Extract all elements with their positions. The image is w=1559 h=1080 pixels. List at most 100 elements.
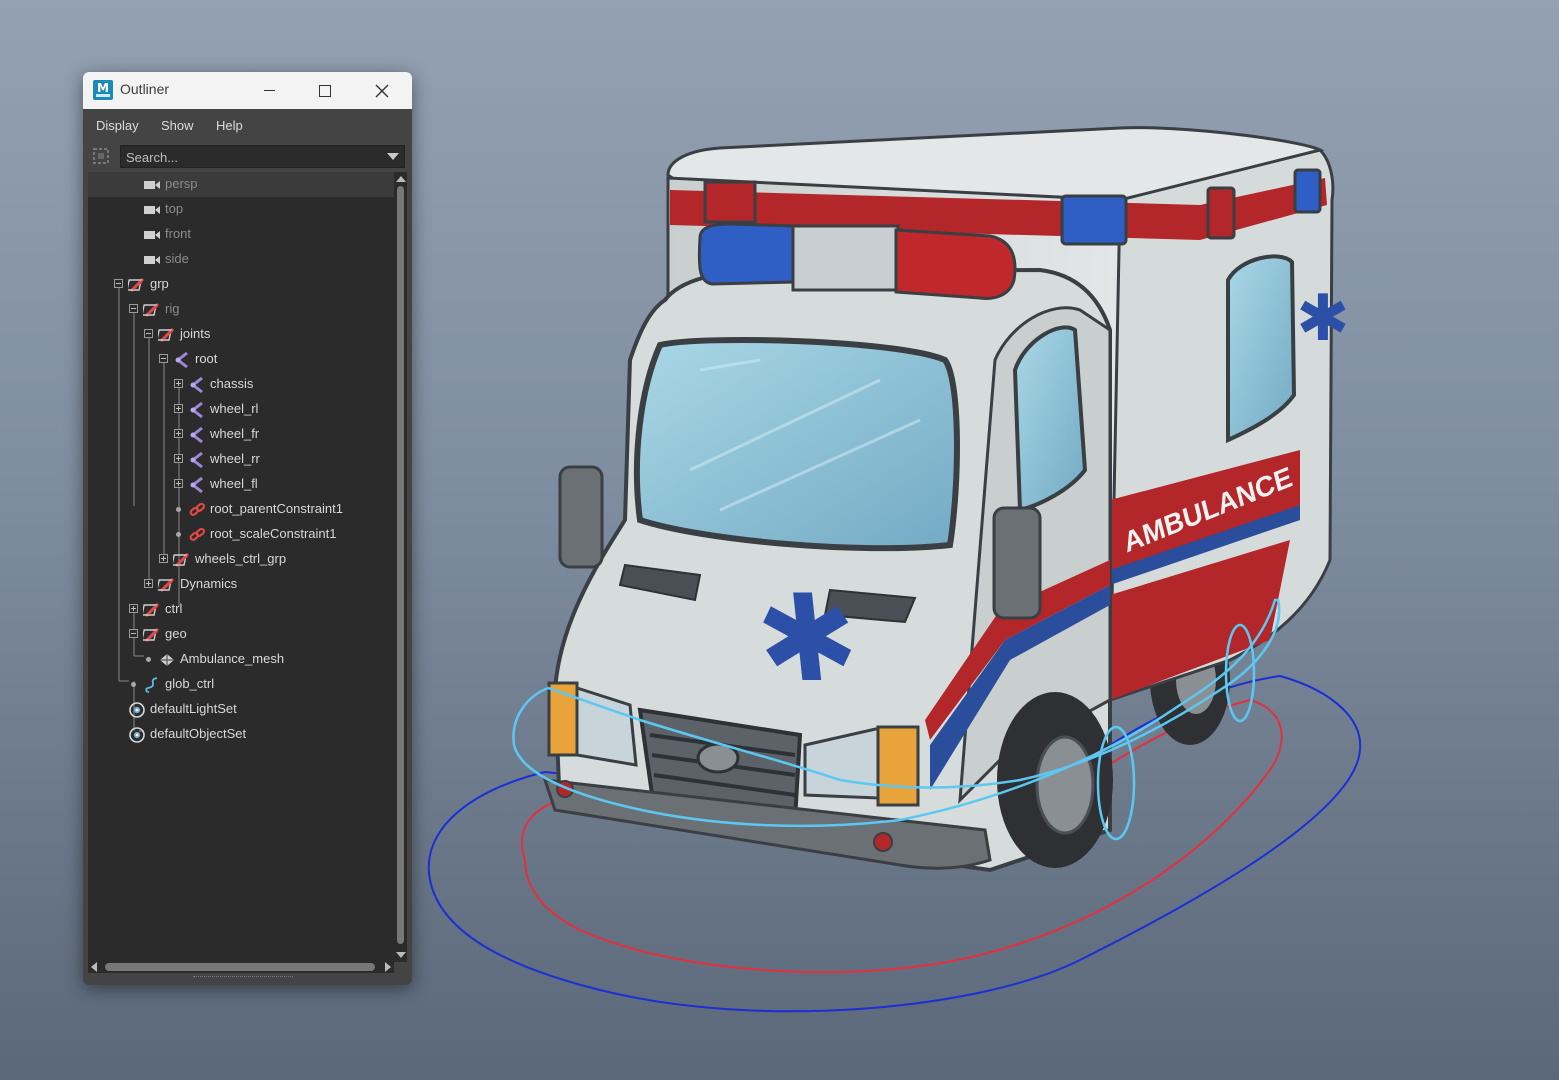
horizontal-scroll-thumb[interactable] xyxy=(105,963,375,971)
scroll-left-arrow-icon[interactable] xyxy=(91,962,97,972)
outliner-item-label: grp xyxy=(150,276,169,291)
outliner-item-grp[interactable]: grp xyxy=(88,272,394,297)
outliner-item-label: wheel_rl xyxy=(210,401,259,416)
mesh-icon xyxy=(158,651,176,669)
expand-icon[interactable] xyxy=(144,579,153,588)
outliner-tree[interactable]: persp top front side grp rig joints root chassis… xyxy=(88,172,394,962)
outliner-item-root-scaleconstraint1[interactable]: root_scaleConstraint1 xyxy=(88,522,394,547)
collapse-icon[interactable] xyxy=(129,304,138,313)
joint-icon xyxy=(188,376,206,394)
joint-icon xyxy=(188,426,206,444)
side-star-of-life-icon: ✱ xyxy=(1296,282,1350,356)
expand-icon[interactable] xyxy=(159,554,168,563)
menu-show[interactable]: Show xyxy=(161,118,194,133)
outliner-item-joints[interactable]: joints xyxy=(88,322,394,347)
outliner-item-ctrl[interactable]: ctrl xyxy=(88,597,394,622)
collapse-icon[interactable] xyxy=(129,629,138,638)
right-mirror[interactable] xyxy=(992,506,1042,620)
expand-icon[interactable] xyxy=(174,454,183,463)
outliner-item-label: root_scaleConstraint1 xyxy=(210,526,337,541)
joint-icon xyxy=(188,476,206,494)
collapse-icon[interactable] xyxy=(144,329,153,338)
outliner-item-label: wheel_rr xyxy=(210,451,260,466)
outliner-item-wheel-rl[interactable]: wheel_rl xyxy=(88,397,394,422)
close-icon xyxy=(375,84,389,97)
outliner-item-wheels-ctrl-grp[interactable]: wheels_ctrl_grp xyxy=(88,547,394,572)
search-field[interactable] xyxy=(120,145,405,169)
expand-icon[interactable] xyxy=(129,604,138,613)
vertical-scrollbar[interactable] xyxy=(394,172,407,962)
outliner-item-root[interactable]: root xyxy=(88,347,394,372)
hood-star-of-life-icon: ✱ xyxy=(750,569,865,709)
maximize-button[interactable] xyxy=(305,76,345,104)
outliner-item-wheel-fr[interactable]: wheel_fr xyxy=(88,422,394,447)
set-icon xyxy=(128,701,146,719)
maya-app-icon: M xyxy=(93,80,113,100)
outliner-item-label: joints xyxy=(180,326,211,341)
menu-display[interactable]: Display xyxy=(96,118,139,133)
scroll-down-arrow-icon[interactable] xyxy=(396,952,406,958)
search-input[interactable] xyxy=(121,146,388,169)
maximize-icon xyxy=(319,84,331,97)
outliner-item-wheel-rr[interactable]: wheel_rr xyxy=(88,447,394,472)
outliner-item-label: root_parentConstraint1 xyxy=(210,501,343,516)
group-icon xyxy=(171,551,191,569)
minimize-icon xyxy=(263,90,275,91)
outliner-item-label: wheel_fr xyxy=(210,426,260,441)
outliner-item-label: rig xyxy=(165,301,180,316)
windshield xyxy=(633,337,960,552)
title-bar[interactable]: M Outliner xyxy=(83,72,412,110)
collapse-icon[interactable] xyxy=(114,279,123,288)
outliner-item-defaultobjectset[interactable]: defaultObjectSet xyxy=(88,722,394,747)
search-dropdown-icon[interactable] xyxy=(387,153,399,160)
roof-red-light-left xyxy=(703,180,757,224)
menu-help[interactable]: Help xyxy=(216,118,243,133)
vertical-scroll-thumb[interactable] xyxy=(397,186,404,944)
minimize-button[interactable] xyxy=(249,76,289,104)
expand-icon[interactable] xyxy=(174,479,183,488)
outliner-item-glob-ctrl[interactable]: glob_ctrl xyxy=(88,672,394,697)
joint-icon xyxy=(188,451,206,469)
outliner-item-geo[interactable]: geo xyxy=(88,622,394,647)
camera-icon xyxy=(143,201,161,219)
outliner-item-chassis[interactable]: chassis xyxy=(88,372,394,397)
outliner-item-label: wheels_ctrl_grp xyxy=(195,551,287,566)
outliner-item-rig[interactable]: rig xyxy=(88,297,394,322)
horizontal-scrollbar[interactable] xyxy=(88,961,394,973)
constraint-icon xyxy=(188,526,206,544)
resize-grip[interactable] xyxy=(193,976,293,979)
leaf-dot-icon xyxy=(176,532,181,537)
light-bar-red xyxy=(894,228,1017,300)
collapse-icon[interactable] xyxy=(159,354,168,363)
outliner-item-top[interactable]: top xyxy=(88,197,394,222)
close-button[interactable] xyxy=(362,76,402,104)
window-title: Outliner xyxy=(120,81,170,97)
outliner-item-persp[interactable]: persp xyxy=(88,172,394,197)
expand-icon[interactable] xyxy=(174,404,183,413)
outliner-item-label: top xyxy=(165,201,184,216)
outliner-item-ambulance-mesh[interactable]: Ambulance_mesh xyxy=(88,647,394,672)
outliner-item-label: glob_ctrl xyxy=(165,676,215,691)
outliner-item-label: front xyxy=(165,226,192,241)
outliner-item-front[interactable]: front xyxy=(88,222,394,247)
outliner-item-wheel-fl[interactable]: wheel_fl xyxy=(88,472,394,497)
group-icon xyxy=(126,276,146,294)
outliner-item-label: defaultObjectSet xyxy=(150,726,247,741)
outliner-item-defaultlightset[interactable]: defaultLightSet xyxy=(88,697,394,722)
outliner-item-dynamics[interactable]: Dynamics xyxy=(88,572,394,597)
left-mirror[interactable] xyxy=(558,465,604,569)
light-bar-blue xyxy=(697,222,797,286)
outliner-item-side[interactable]: side xyxy=(88,247,394,272)
camera-icon xyxy=(143,251,161,269)
outliner-item-root-parentconstraint1[interactable]: root_parentConstraint1 xyxy=(88,497,394,522)
expand-icon[interactable] xyxy=(174,379,183,388)
filter-icon[interactable] xyxy=(92,147,110,165)
scroll-up-arrow-icon[interactable] xyxy=(396,176,406,182)
outliner-window[interactable]: M Outliner Display Show Help Search... p… xyxy=(83,72,412,985)
expand-icon[interactable] xyxy=(174,429,183,438)
group-icon xyxy=(141,626,161,644)
set-icon xyxy=(128,726,146,744)
scroll-right-arrow-icon[interactable] xyxy=(385,962,391,972)
camera-icon xyxy=(143,226,161,244)
cab-side-window xyxy=(1012,325,1088,513)
